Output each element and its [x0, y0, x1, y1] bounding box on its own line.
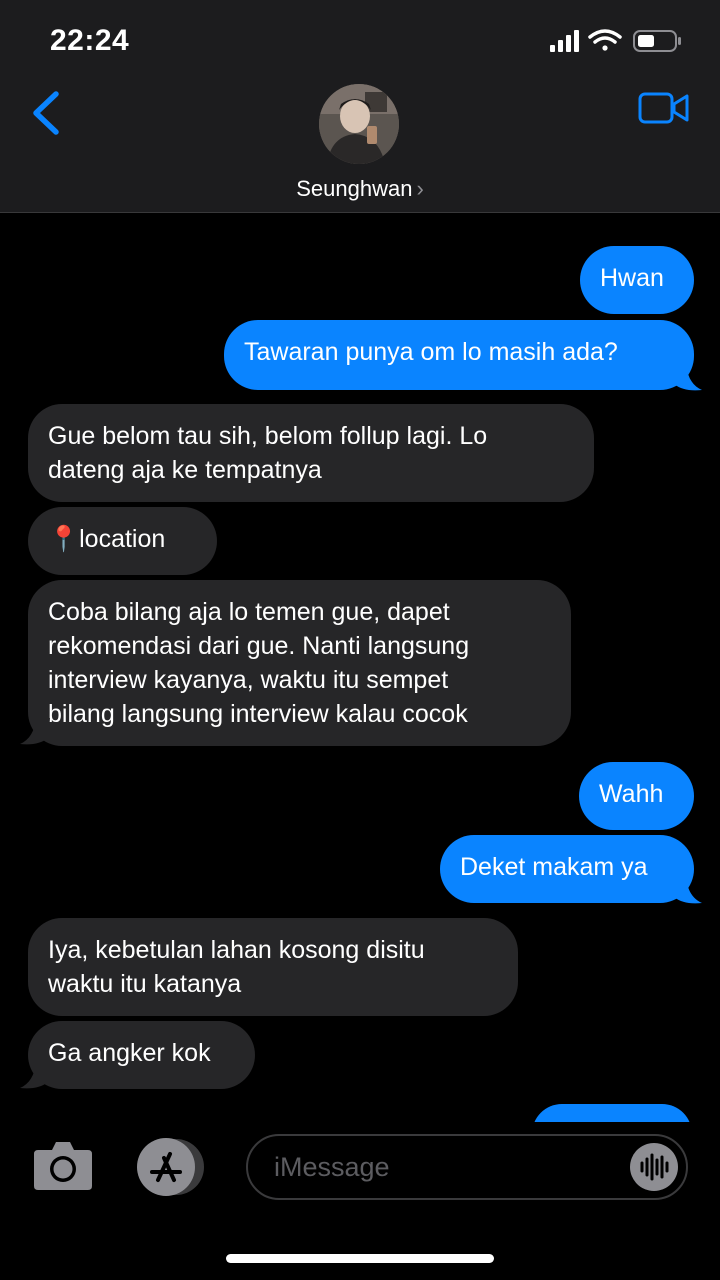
bubble-tail: [20, 1062, 50, 1089]
status-time: 22:24: [50, 24, 130, 57]
message-bubble-received[interactable]: Iya, kebetulan lahan kosong disitu waktu…: [28, 918, 518, 1016]
contact-name-button[interactable]: Seunghwan ›: [0, 176, 720, 202]
message-text: Hwan: [600, 264, 664, 292]
home-indicator[interactable]: [226, 1254, 494, 1263]
imessage-input[interactable]: iMessage: [246, 1134, 688, 1200]
bubble-tail: [672, 364, 702, 391]
message-line: Gue belom tau sih, belom follup lagi. Lo: [48, 422, 488, 450]
contact-photo: [319, 84, 399, 164]
video-camera-icon[interactable]: [638, 90, 690, 126]
message-line: interview kayanya, waktu itu sempet: [48, 666, 449, 694]
message-line: Iya, kebetulan lahan kosong disitu: [48, 936, 425, 964]
signal-icon: [550, 30, 579, 52]
message-text: 📍location: [48, 525, 166, 553]
message-bubble-received[interactable]: Coba bilang aja lo temen gue, dapet reko…: [28, 580, 571, 746]
battery-icon: [633, 30, 681, 52]
conversation-header: 22:24 Seunghwan ›: [0, 0, 720, 213]
status-icons: [550, 29, 681, 52]
audio-waveform-icon: [640, 1153, 669, 1181]
message-text: Wahh: [599, 780, 664, 808]
bubble-tail: [672, 877, 702, 904]
bubble-tail: [20, 718, 50, 745]
audio-button[interactable]: [630, 1143, 678, 1191]
location-bubble[interactable]: 📍location: [28, 507, 217, 575]
message-line: bilang langsung interview kalau cocok: [48, 700, 468, 728]
avatar[interactable]: [319, 84, 399, 164]
contact-name: Seunghwan: [296, 176, 413, 201]
message-bubble-sent[interactable]: Tawaran punya om lo masih ada?: [224, 320, 694, 390]
camera-icon[interactable]: [32, 1138, 94, 1192]
chevron-left-icon[interactable]: [26, 88, 70, 138]
chevron-right-icon: ›: [416, 176, 424, 201]
message-bubble-received[interactable]: Ga angker kok: [28, 1021, 255, 1089]
message-bubble-sent[interactable]: Hwan: [580, 246, 694, 314]
imessage-placeholder: iMessage: [274, 1152, 390, 1182]
message-line: dateng aja ke tempatnya: [48, 456, 322, 484]
message-line: waktu itu katanya: [48, 970, 242, 998]
app-store-icon[interactable]: [136, 1138, 208, 1196]
message-text: Ga angker kok: [48, 1039, 211, 1067]
wifi-icon: [588, 29, 622, 51]
message-bubble-sent[interactable]: Wahh: [579, 762, 694, 830]
message-line: Coba bilang aja lo temen gue, dapet: [48, 598, 450, 626]
message-text: Tawaran punya om lo masih ada?: [244, 338, 618, 366]
message-line: rekomendasi dari gue. Nanti langsung: [48, 632, 470, 660]
message-bubble-received[interactable]: Gue belom tau sih, belom follup lagi. Lo…: [28, 404, 594, 502]
message-bubble-sent[interactable]: Deket makam ya: [440, 835, 694, 903]
message-text: Deket makam ya: [460, 853, 648, 881]
